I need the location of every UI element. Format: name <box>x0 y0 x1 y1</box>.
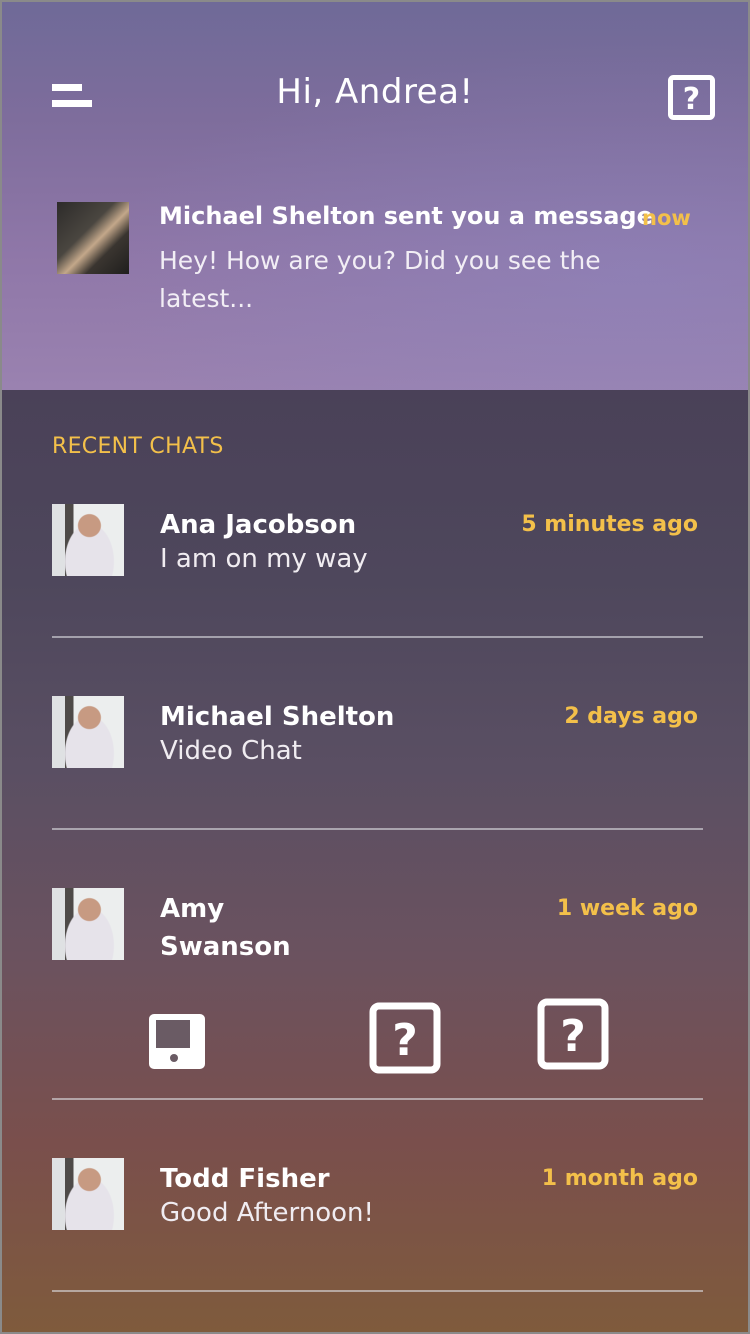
chat-name: Todd Fisher <box>160 1164 330 1194</box>
svg-text:?: ? <box>683 82 700 117</box>
svg-text:?: ? <box>560 1011 586 1062</box>
avatar <box>52 1158 124 1230</box>
divider <box>52 1290 703 1292</box>
chat-name: Ana Jacobson <box>160 510 357 540</box>
help-icon[interactable]: ? <box>369 1002 441 1074</box>
avatar <box>52 888 124 960</box>
avatar <box>52 504 124 576</box>
chat-time: 5 minutes ago <box>521 512 698 537</box>
chat-name: Amy Swanson <box>160 894 291 962</box>
page-title: Hi, Andrea! <box>276 72 474 112</box>
chat-message: I am on my way <box>160 544 368 574</box>
svg-text:?: ? <box>392 1015 418 1066</box>
notification-avatar[interactable] <box>57 202 129 274</box>
notification-title[interactable]: Michael Shelton sent you a message <box>159 202 653 230</box>
help-icon[interactable]: ? <box>668 75 715 120</box>
app-screen: Hi, Andrea! ? Michael Shelton sent you a… <box>0 0 750 1334</box>
avatar <box>52 696 124 768</box>
chat-time: 2 days ago <box>564 704 698 729</box>
help-icon[interactable]: ? <box>537 998 609 1070</box>
recent-chats-heading: RECENT CHATS <box>52 434 224 459</box>
chat-message: Video Chat <box>160 736 302 766</box>
chat-name: Michael Shelton <box>160 702 395 732</box>
divider <box>52 1098 703 1100</box>
notification-body[interactable]: Hey! How are you? Did you see the latest… <box>159 242 629 318</box>
tablet-icon[interactable] <box>144 1008 214 1078</box>
divider <box>52 828 703 830</box>
header-area <box>2 2 748 390</box>
chat-time: 1 month ago <box>541 1166 698 1191</box>
chat-time: 1 week ago <box>556 896 698 921</box>
divider <box>52 636 703 638</box>
notification-time: now <box>642 206 691 230</box>
chat-message: Good Afternoon! <box>160 1198 374 1228</box>
